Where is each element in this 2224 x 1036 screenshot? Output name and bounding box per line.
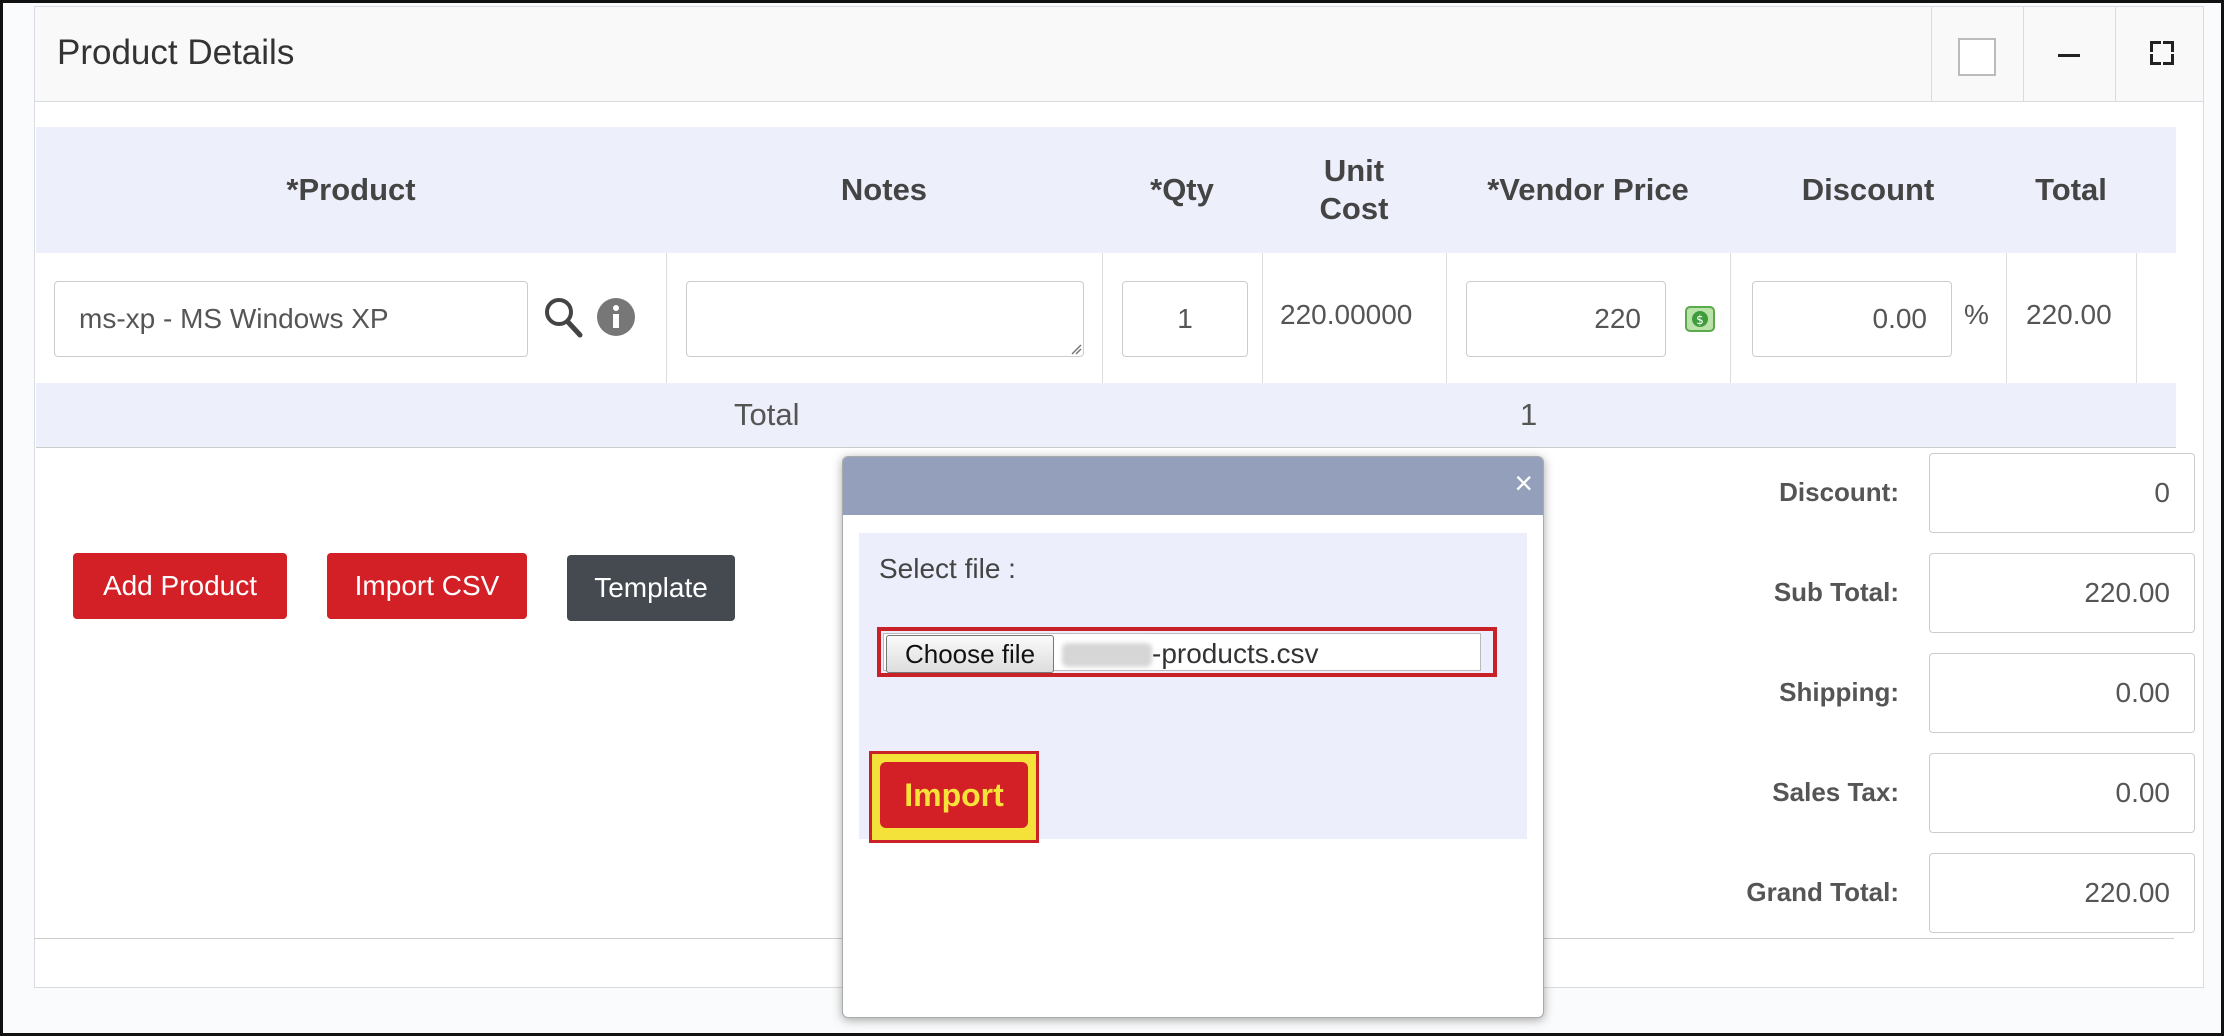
file-input-highlight: Choose file -products.csv	[877, 627, 1497, 677]
header-product: *Product	[286, 172, 416, 207]
products-table-header: *Product Notes *Qty Unit Cost *Vendor Pr…	[36, 127, 2176, 253]
summary-discount-input[interactable]: 0	[1929, 453, 2195, 533]
template-button[interactable]: Template	[567, 555, 735, 621]
total-label: Total	[734, 397, 800, 432]
discount-input[interactable]: 0.00	[1752, 281, 1952, 357]
header-discount: Discount	[1801, 172, 1935, 207]
total-qty-value: 1	[1520, 397, 1538, 432]
header-unit-cost: Unit Cost	[1319, 153, 1389, 226]
header-qty: *Qty	[1150, 172, 1214, 207]
import-dialog: × Select file : Choose file -products.cs…	[842, 456, 1544, 1018]
checkbox-icon	[1958, 38, 1996, 76]
select-panel-button[interactable]	[1931, 7, 2023, 101]
panel-title: Product Details	[57, 33, 295, 72]
row-total-value: 220.00	[2026, 299, 2112, 330]
expand-icon	[2150, 41, 2174, 65]
panel-header: Product Details	[35, 7, 2203, 102]
notes-textarea[interactable]	[686, 281, 1084, 357]
select-file-label: Select file :	[879, 553, 1016, 584]
vendor-price-input[interactable]: 220	[1466, 281, 1666, 357]
minus-icon	[2058, 54, 2080, 57]
table-total-row: Total 1	[36, 383, 2176, 448]
add-product-button[interactable]: Add Product	[73, 553, 287, 619]
qty-input[interactable]: 1	[1122, 281, 1248, 357]
header-vendor-price: *Vendor Price	[1487, 172, 1689, 207]
header-total: Total	[2035, 172, 2107, 207]
summary-grand-total-input[interactable]: 220.00	[1929, 853, 2195, 933]
summary-sales-tax-label: Sales Tax:	[1772, 777, 1899, 807]
product-input[interactable]: ms-xp - MS Windows XP	[54, 281, 528, 357]
unit-cost-value: 220.00000	[1280, 299, 1413, 330]
choose-file-button[interactable]: Choose file	[886, 635, 1054, 673]
table-row: ms-xp - MS Windows XP 1 220.00000 220 $ …	[36, 253, 2176, 385]
summary-subtotal-input[interactable]: 220.00	[1929, 553, 2195, 633]
import-button-highlight: Import	[869, 751, 1039, 843]
summary-subtotal-label: Sub Total:	[1773, 577, 1899, 607]
header-notes: Notes	[840, 172, 928, 207]
summary-shipping-input[interactable]: 0.00	[1929, 653, 2195, 733]
dialog-titlebar: ×	[843, 457, 1543, 515]
fullscreen-panel-button[interactable]	[2115, 7, 2207, 101]
money-icon[interactable]: $	[1684, 303, 1716, 335]
import-button[interactable]: Import	[880, 762, 1028, 828]
selected-file-name: -products.csv	[1152, 638, 1319, 669]
close-icon[interactable]: ×	[1514, 467, 1533, 499]
collapse-panel-button[interactable]	[2023, 7, 2115, 101]
search-icon[interactable]	[542, 295, 584, 339]
dialog-body: Select file : Choose file -products.csv …	[859, 533, 1527, 843]
summary-sales-tax-input[interactable]: 0.00	[1929, 753, 2195, 833]
info-icon[interactable]	[596, 297, 636, 337]
import-csv-button[interactable]: Import CSV	[327, 553, 527, 619]
redacted-filename	[1062, 643, 1152, 667]
file-input[interactable]: Choose file -products.csv	[883, 633, 1481, 673]
summary-shipping-label: Shipping:	[1779, 677, 1899, 707]
svg-text:$: $	[1696, 313, 1704, 327]
summary-discount-label: Discount:	[1779, 477, 1899, 507]
resize-handle-icon[interactable]	[1070, 343, 1082, 355]
discount-percent-label: %	[1964, 299, 1989, 330]
summary-grand-total-label: Grand Total:	[1746, 877, 1899, 907]
